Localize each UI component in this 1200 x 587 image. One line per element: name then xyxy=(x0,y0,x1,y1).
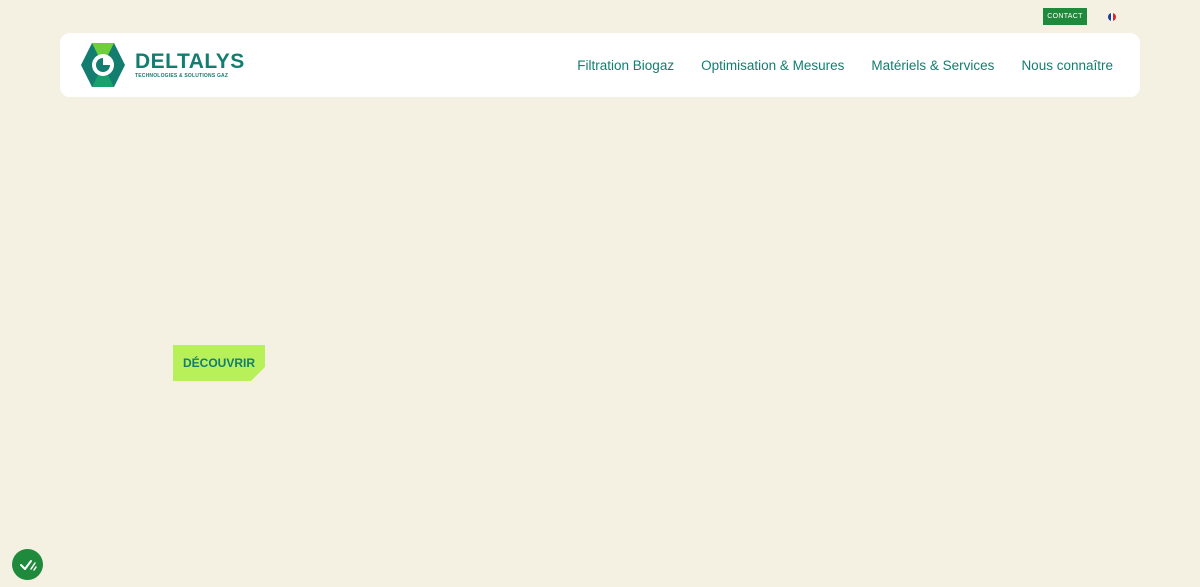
main-nav: Filtration Biogaz Optimisation & Mesures… xyxy=(577,33,1113,97)
deltalys-logo-icon xyxy=(81,43,125,87)
discover-button[interactable]: DÉCOUVRIR xyxy=(173,345,265,381)
top-bar: CONTACT xyxy=(0,8,1200,26)
flag-stripe xyxy=(1113,13,1116,21)
discover-button-label: DÉCOUVRIR xyxy=(182,356,255,370)
nav-item-materiels-services[interactable]: Matériels & Services xyxy=(871,58,994,73)
logo-text: DELTALYS TECHNOLOGIES & SOLUTIONS GAZ xyxy=(135,51,245,79)
nav-item-nous-connaitre[interactable]: Nous connaître xyxy=(1021,58,1113,73)
nav-item-optimisation-mesures[interactable]: Optimisation & Mesures xyxy=(701,58,844,73)
logo-name: DELTALYS xyxy=(135,50,245,73)
contact-button[interactable]: CONTACT xyxy=(1043,8,1087,25)
button-corner-cut xyxy=(251,367,265,381)
site-header: DELTALYS TECHNOLOGIES & SOLUTIONS GAZ Fi… xyxy=(60,33,1140,97)
nav-item-filtration-biogaz[interactable]: Filtration Biogaz xyxy=(577,58,674,73)
cookie-consent-button[interactable] xyxy=(12,549,43,580)
site-logo[interactable]: DELTALYS TECHNOLOGIES & SOLUTIONS GAZ xyxy=(80,42,245,88)
language-flag-icon[interactable] xyxy=(1108,13,1116,21)
checkmark-icon xyxy=(19,559,37,571)
logo-tagline: TECHNOLOGIES & SOLUTIONS GAZ xyxy=(135,73,229,79)
